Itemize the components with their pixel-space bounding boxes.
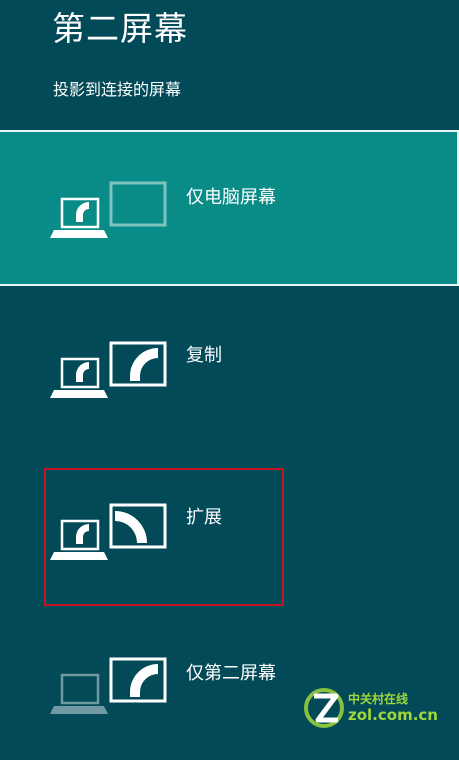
highlight-box: [44, 468, 284, 606]
option-label: 仅电脑屏幕: [186, 187, 276, 208]
option-label: 仅第二屏幕: [186, 663, 276, 684]
page-subtitle: 投影到连接的屏幕: [53, 80, 182, 99]
duplicate-icon: [50, 341, 167, 398]
watermark-en: zol.com.cn: [348, 706, 438, 724]
zol-logo-icon: [304, 688, 344, 728]
option-second-screen-only[interactable]: 仅第二屏幕: [0, 604, 459, 760]
option-label: 复制: [186, 345, 222, 366]
second-screen-only-icon: [50, 657, 167, 714]
option-pc-screen-only[interactable]: 仅电脑屏幕: [0, 130, 459, 286]
page-title: 第二屏幕: [52, 9, 188, 48]
option-duplicate[interactable]: 复制: [0, 288, 459, 444]
watermark-cn: 中关村在线: [348, 692, 409, 706]
watermark: 中关村在线 zol.com.cn: [302, 684, 452, 732]
pc-screen-only-icon: [50, 181, 167, 238]
